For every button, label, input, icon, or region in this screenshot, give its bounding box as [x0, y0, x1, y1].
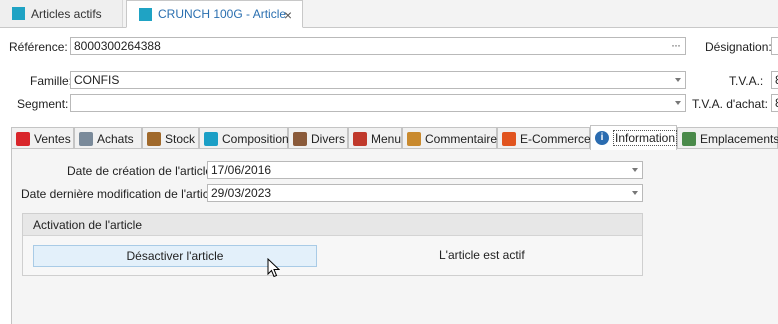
tab-label: E-Commerce [520, 131, 591, 146]
tab-menu[interactable]: Menu [348, 127, 402, 149]
mouse-cursor-icon [267, 258, 280, 278]
reference-value: 8000300264388 [74, 39, 161, 53]
chevron-down-icon [632, 168, 638, 172]
doc-tab-article[interactable]: CRUNCH 100G - Article × [126, 0, 303, 28]
divers-icon [293, 131, 307, 146]
doc-tab-label: CRUNCH 100G - Article [158, 7, 287, 21]
article-list-icon [12, 7, 25, 20]
magento-icon [502, 131, 516, 146]
tab-label: Menu [371, 131, 402, 146]
activation-group-title: Activation de l'article [23, 214, 642, 236]
utensils-icon [353, 131, 367, 146]
article-icon [139, 7, 152, 21]
modification-date-value: 29/03/2023 [211, 186, 272, 200]
tab-label: Composition [222, 131, 289, 146]
doc-tab-label: Articles actifs [31, 6, 102, 21]
box-icon [147, 131, 161, 146]
tab-ventes[interactable]: Ventes [11, 127, 74, 149]
info-icon: i [595, 131, 609, 145]
close-icon[interactable]: × [284, 7, 292, 23]
tab-label: Commentaire [425, 131, 498, 146]
segment-dropdown[interactable] [70, 94, 686, 112]
tab-label: Emplacements [700, 131, 778, 146]
tva-label: T.V.A.: [729, 74, 764, 88]
locations-icon [682, 131, 696, 146]
famille-value: CONFIS [74, 73, 120, 87]
tab-achats[interactable]: Achats [74, 127, 142, 149]
tva-achat-field[interactable]: 8 [771, 94, 778, 112]
tab-information[interactable]: i Information [590, 125, 678, 150]
tab-ecommerce[interactable]: E-Commerce [497, 127, 591, 149]
tab-label: Divers [311, 131, 346, 146]
tva-achat-label: T.V.A. d'achat: [692, 97, 768, 111]
chevron-down-icon [632, 191, 638, 195]
modification-date-field[interactable]: 29/03/2023 [207, 184, 643, 202]
segment-label: Segment: [17, 97, 69, 111]
creation-date-field[interactable]: 17/06/2016 [207, 161, 643, 179]
tab-label: Stock [165, 131, 196, 146]
comment-icon [407, 131, 421, 146]
tab-label: Information [613, 130, 678, 146]
tab-divers[interactable]: Divers [288, 127, 348, 149]
composition-icon [204, 131, 218, 146]
article-tabs: Ventes Achats Stock Composition Divers M… [11, 125, 778, 150]
creation-date-value: 17/06/2016 [211, 163, 272, 177]
reference-field[interactable]: 8000300264388 ··· [70, 37, 686, 55]
tab-label: Ventes [34, 131, 71, 146]
designation-label: Désignation: [705, 40, 772, 54]
tab-emplacements[interactable]: Emplacements [677, 127, 778, 149]
tab-commentaire[interactable]: Commentaire [402, 127, 497, 149]
tva-field[interactable]: 8 [771, 71, 778, 89]
document-tab-bar: Articles actifs CRUNCH 100G - Article × [0, 0, 778, 28]
tab-label: Achats [97, 131, 134, 146]
doc-tab-articles-actifs[interactable]: Articles actifs [0, 0, 123, 27]
famille-dropdown[interactable]: CONFIS [70, 71, 686, 89]
truck-icon [79, 131, 93, 146]
ventes-icon [16, 131, 30, 146]
modification-date-label: Date dernière modification de l'article: [21, 187, 222, 201]
creation-date-label: Date de création de l'article: [67, 164, 216, 178]
tab-composition[interactable]: Composition [199, 127, 289, 149]
chevron-down-icon [675, 101, 681, 105]
ellipsis-button[interactable]: ··· [671, 38, 681, 52]
tab-stock[interactable]: Stock [142, 127, 199, 149]
chevron-down-icon [675, 78, 681, 82]
article-status-text: L'article est actif [439, 248, 525, 262]
famille-label: Famille: [30, 74, 73, 88]
reference-label: Référence: [9, 40, 68, 54]
designation-field[interactable] [771, 37, 778, 55]
